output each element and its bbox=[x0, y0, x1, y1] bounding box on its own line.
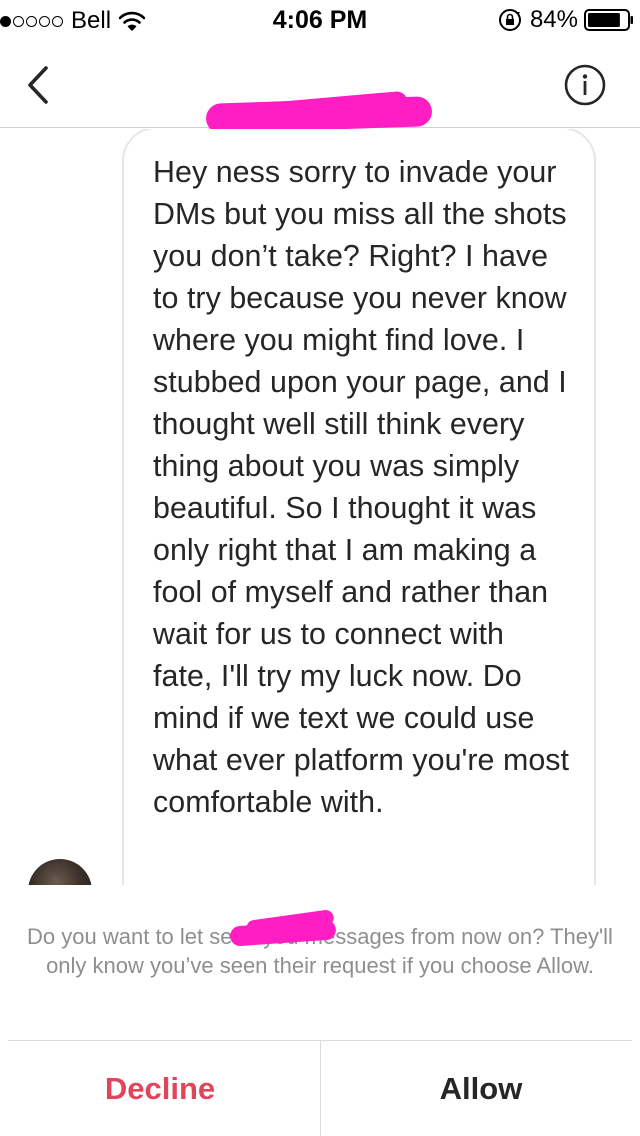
nav-bar bbox=[0, 40, 640, 142]
chevron-left-icon[interactable] bbox=[18, 60, 62, 110]
message-text: Hey ness sorry to invade your DMs but yo… bbox=[153, 155, 570, 819]
status-bar: Bell 4:06 PM 84% bbox=[0, 0, 640, 40]
decline-button[interactable]: Decline bbox=[0, 1041, 320, 1136]
message-request-panel: Do you want to let send you messages fro… bbox=[0, 885, 640, 1136]
orientation-lock-icon bbox=[498, 9, 521, 31]
right-status: 84% bbox=[498, 6, 634, 34]
info-circle-icon[interactable] bbox=[564, 64, 606, 106]
battery-icon bbox=[584, 9, 633, 31]
battery-percent: 84% bbox=[529, 6, 578, 33]
allow-button[interactable]: Allow bbox=[321, 1041, 640, 1136]
message-bubble: Hey ness sorry to invade your DMs but yo… bbox=[122, 129, 596, 885]
avatar[interactable] bbox=[28, 859, 92, 885]
message-thread[interactable]: Hey ness sorry to invade your DMs but yo… bbox=[0, 129, 640, 885]
